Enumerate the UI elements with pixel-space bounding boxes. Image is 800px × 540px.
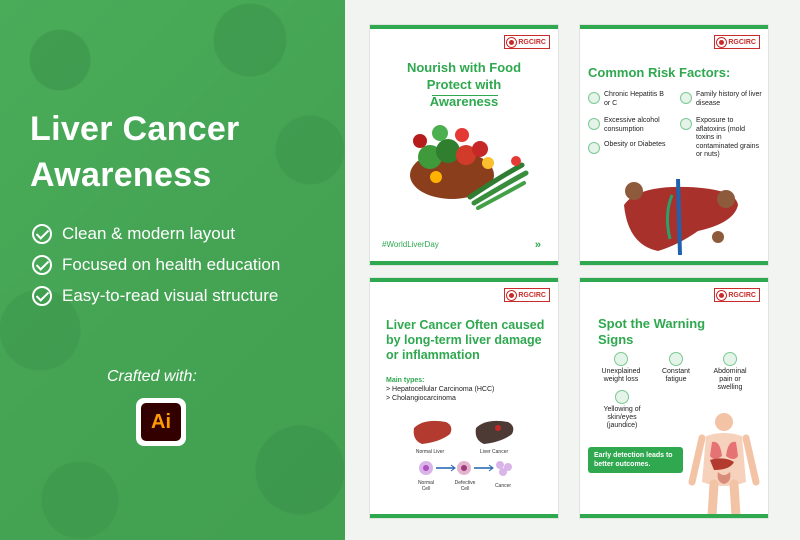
sign-text: Yellowing of skin/eyes (jaundice) [603,406,641,429]
poster-cancer-types[interactable]: RGCIRC Liver Cancer Often caused by long… [369,277,559,519]
risk-item: Chronic Hepatitis B or C [588,91,670,108]
feature-label: Easy-to-read visual structure [62,285,279,305]
double-chevron-icon: » [534,239,541,251]
abdomen-icon [723,352,737,366]
anatomy-illustration [688,413,760,516]
brand-badge: RGCIRC [504,35,550,49]
sign-text: Unexplained weight loss [601,368,641,383]
main-types-label: Main types: [386,377,425,384]
grain-icon [680,118,692,130]
scale-icon [588,142,600,154]
feature-item: Focused on health education [32,249,280,280]
sign-text: Constant fatigue [661,368,691,383]
brand-emblem-icon [507,290,517,300]
brand-text: RGCIRC [518,38,546,46]
virus-icon [588,92,600,104]
heading-divider [432,95,498,96]
sign-item: Yellowing of skin/eyes (jaundice) [594,390,650,430]
alcohol-icon [588,118,600,130]
poster-warning-signs[interactable]: RGCIRC Spot the Warning Signs Unexplaine… [579,277,769,519]
risk-text: Excessive alcohol consumption [604,117,660,133]
risk-item: Obesity or Diabetes [588,141,670,154]
risk-text: Exposure to aflatoxins (mold toxins in c… [696,117,760,158]
feature-label: Clean & modern layout [62,223,235,243]
main-types: Main types: > Hepatocellular Carcinoma (… [386,376,494,403]
brand-text: RGCIRC [728,38,756,46]
poster-heading: Common Risk Factors: [588,65,731,80]
feature-item: Easy-to-read visual structure [32,280,280,311]
illustrator-logo: Ai [136,398,186,446]
poster-heading: Nourish with Food Protect with Awareness [406,60,522,109]
brand-badge: RGCIRC [714,288,760,302]
check-circle-icon [32,254,52,275]
food-illustration [410,125,529,210]
type-item: > Cholangiocarcinoma [386,395,456,402]
cell-progression-illustration [419,461,512,476]
figure-label: Defective Cell [454,480,476,492]
liver-illustration [624,178,738,256]
feature-item: Clean & modern layout [32,218,280,249]
poster-risk-factors[interactable]: RGCIRC Common Risk Factors: Chronic Hepa… [579,24,769,266]
brand-emblem-icon [507,37,517,47]
brand-emblem-icon [717,37,727,47]
check-circle-icon [32,285,52,306]
check-circle-icon [32,223,52,244]
scale-icon [614,352,628,366]
tired-person-icon [669,352,683,366]
eye-icon [615,390,629,404]
early-detection-banner: Early detection leads to better outcomes… [588,447,683,473]
poster-heading: Liver Cancer Often caused by long-term l… [386,318,545,362]
feature-label: Focused on health education [62,254,281,274]
liver-comparison-illustration [413,420,514,444]
risk-text: Chronic Hepatitis B or C [604,91,664,107]
risk-text: Family history of liver disease [696,91,762,107]
hashtag: #WorldLiverDay [382,240,439,249]
brand-text: RGCIRC [518,291,546,299]
promo-panel: Liver Cancer Awareness Clean & modern la… [0,0,345,540]
risk-item: Excessive alcohol consumption [588,117,670,134]
sign-item: Unexplained weight loss [594,352,648,384]
feature-list: Clean & modern layout Focused on health … [32,218,280,311]
brand-badge: RGCIRC [714,35,760,49]
sign-text: Abdominal pain or swelling [713,368,747,391]
poster-heading: Spot the Warning Signs [598,316,706,347]
crafted-with-label: Crafted with: [107,368,197,385]
risk-item: Family history of liver disease [680,91,764,108]
illustrator-logo-text: Ai [141,403,181,441]
family-icon [680,92,692,104]
promo-title: Liver Cancer Awareness [30,110,240,194]
figure-label: Normal Liver [415,449,445,455]
type-item: > Hepatocellular Carcinoma (HCC) [386,386,495,393]
brand-badge: RGCIRC [504,288,550,302]
figure-label: Cancer [494,483,512,489]
figure-label: Liver Cancer [479,449,509,455]
sign-item: Constant fatigue [656,352,696,384]
poster-food[interactable]: RGCIRC Nourish with Food Protect with Aw… [369,24,559,266]
risk-text: Obesity or Diabetes [604,141,666,148]
sign-item: Abdominal pain or swelling [708,352,752,392]
figure-label: Normal Cell [417,480,435,492]
brand-emblem-icon [717,290,727,300]
brand-text: RGCIRC [728,291,756,299]
risk-item: Exposure to aflatoxins (mold toxins in c… [680,117,764,160]
